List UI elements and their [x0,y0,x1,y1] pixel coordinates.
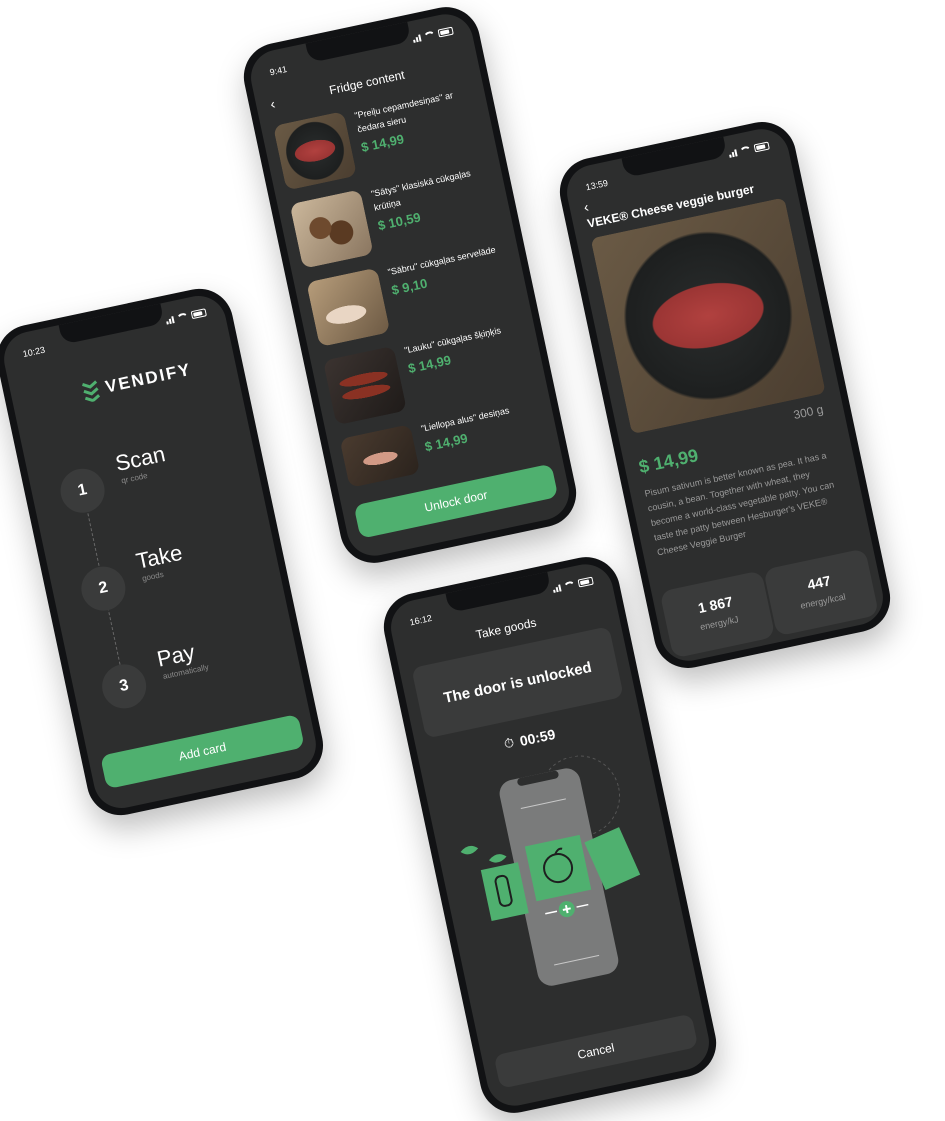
battery-icon [437,26,454,38]
signal-icon [165,316,175,325]
step-number: 1 [76,481,89,500]
chevron-left-icon: ‹ [582,198,591,216]
take-goods-illustration [460,755,641,986]
signal-icon [412,34,422,43]
step-number-badge: 1 [56,464,109,517]
cancel-button[interactable]: Cancel [493,1013,699,1089]
product-image [306,267,391,348]
stat-energy-kj: 1 867 energy/kJ [659,570,776,659]
product-list: "Preiļu cepamdesiņas" ar čedara sieru $ … [272,84,552,498]
stat-energy-kcal: 447 energy/kcal [763,548,880,637]
logo-text: VENDIFY [103,359,194,397]
step-take: 2 Take goods [77,540,185,615]
phone-onboarding: 10:23 VENDIFY 1 Scan qr code 2 Take good… [0,282,330,822]
battery-icon [577,576,594,588]
step-number-badge: 3 [98,660,151,713]
signal-icon [728,149,738,158]
timer-value: 00:59 [518,725,557,750]
step-number-badge: 2 [77,562,130,615]
wifi-icon [175,311,190,323]
wifi-icon [738,145,753,156]
product-hero-image [590,197,826,435]
status-time: 13:59 [584,177,609,193]
back-button[interactable]: ‹ [582,198,590,215]
onboarding-screen: 10:23 VENDIFY 1 Scan qr code 2 Take good… [0,290,322,814]
phone-notch [621,136,728,178]
product-weight: 300 g [792,402,825,423]
product-image [322,345,407,426]
status-icons [412,26,454,43]
step-scan: 1 Scan qr code [56,441,167,517]
unlock-message: The door is unlocked [442,658,594,707]
phone-notch [445,571,552,614]
phone-fridge: 9:41 ‹ Fridge content "Preiļu cepamdesiņ… [237,0,583,570]
step-number: 3 [117,676,131,696]
logo: VENDIFY [80,359,194,404]
battery-icon [190,308,207,320]
signal-icon [552,584,562,593]
phone-notch [58,303,165,345]
status-icons [165,308,207,325]
add-card-button[interactable]: Add card [100,713,305,790]
status-icons [728,141,770,158]
product-image [272,111,358,191]
stopwatch-icon: ⏱ [502,734,516,752]
step-pay: 3 Pay automatically [98,639,210,713]
phone-notch [305,21,412,64]
step-number: 2 [97,578,110,598]
battery-icon [753,141,770,153]
status-time: 10:23 [21,344,46,360]
product-price: $ 14,99 [637,445,701,478]
status-time: 9:41 [268,63,288,78]
wifi-icon [562,580,577,591]
wifi-icon [422,30,437,41]
status-time: 16:12 [408,612,433,628]
product-image [289,189,374,269]
logo-icon [82,380,101,403]
status-icons [552,576,594,593]
fridge-screen: 9:41 ‹ Fridge content "Preiļu cepamdesiņ… [245,9,575,561]
